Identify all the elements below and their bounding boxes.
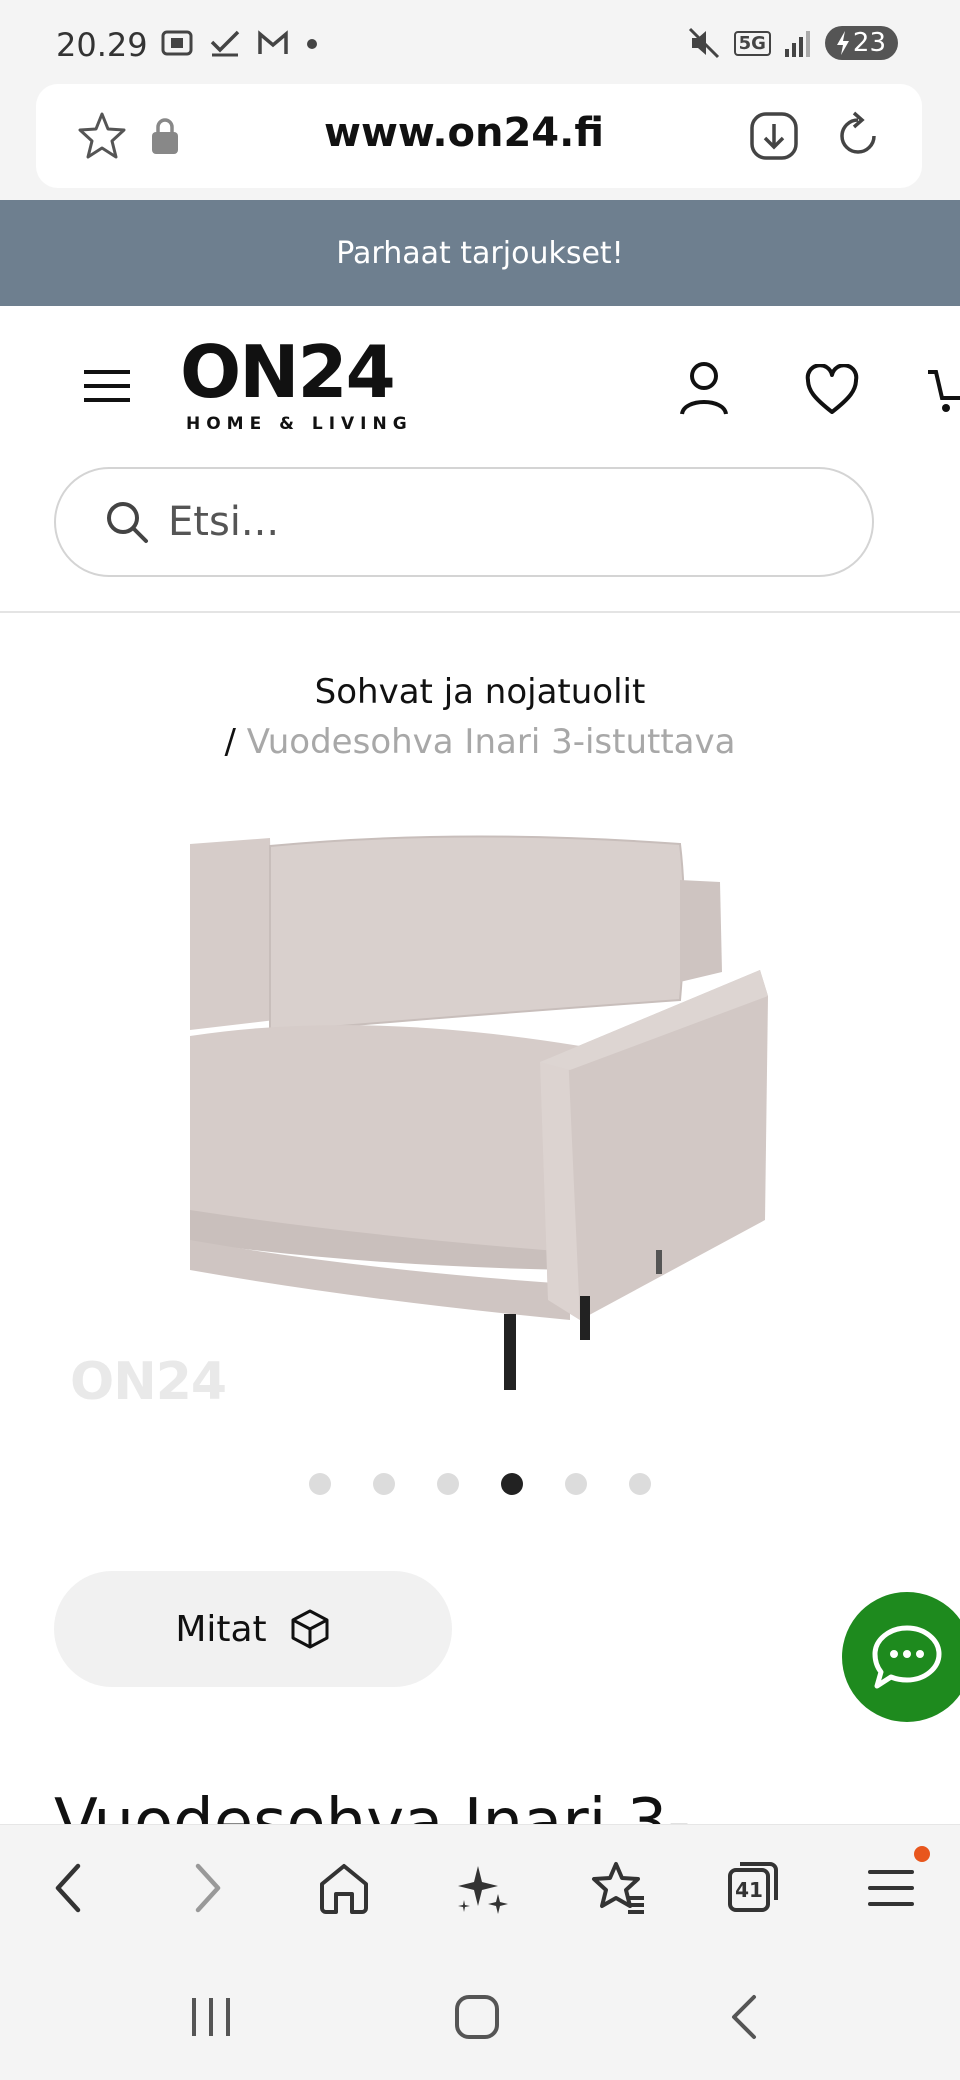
battery-indicator: 23 [824, 26, 898, 60]
status-time: 20.29 [56, 26, 148, 64]
image-watermark: ON24 [70, 1352, 227, 1412]
logo-sub-text: HOME & LIVING [186, 414, 413, 434]
battery-level: 23 [852, 28, 886, 58]
carousel-dot[interactable] [629, 1473, 651, 1495]
mute-icon [688, 27, 719, 59]
home-button-icon[interactable] [452, 1992, 502, 2042]
chat-button[interactable] [842, 1592, 960, 1722]
status-bar: 20.29 5G 23 [0, 0, 960, 90]
site-logo[interactable]: ON24 HOME & LIVING [180, 336, 413, 434]
check-icon [210, 30, 240, 57]
cart-icon[interactable] [928, 362, 960, 418]
header-divider [0, 611, 960, 613]
dimensions-button[interactable]: Mitat [54, 1571, 452, 1687]
carousel-dot[interactable] [565, 1473, 587, 1495]
carousel-dot-active[interactable] [501, 1473, 523, 1495]
screenshot-icon [161, 30, 193, 56]
breadcrumb-current: Vuodesohva Inari 3-istuttava [246, 722, 736, 762]
search-input[interactable]: Etsi... [54, 467, 874, 577]
tabs-button[interactable]: 41 [726, 1858, 780, 1914]
home-icon[interactable] [314, 1858, 374, 1918]
status-system-icons: 5G 23 [688, 26, 898, 60]
battery-charging-icon [836, 31, 849, 55]
bookmarks-icon[interactable] [588, 1858, 648, 1918]
carousel-dots [0, 1473, 960, 1495]
browser-menu-icon[interactable] [866, 1858, 916, 1918]
logo-main-text: ON24 [180, 330, 396, 414]
account-icon[interactable] [676, 358, 732, 418]
chat-bubble-icon [872, 1625, 942, 1689]
system-navigation-bar [0, 1952, 960, 2080]
carousel-dot[interactable] [309, 1473, 331, 1495]
tabs-count: 41 [735, 1878, 763, 1902]
site-header: ON24 HOME & LIVING [0, 306, 960, 466]
ai-sparkle-icon[interactable] [452, 1858, 512, 1918]
network-type: 5G [733, 30, 771, 56]
signal-icon [784, 31, 810, 57]
forward-icon[interactable] [182, 1858, 232, 1918]
carousel-dot[interactable] [373, 1473, 395, 1495]
dot-icon [307, 39, 317, 49]
reload-icon[interactable] [830, 108, 886, 164]
breadcrumb-category[interactable]: Sohvat ja nojatuolit [0, 672, 960, 712]
back-icon[interactable] [44, 1858, 94, 1918]
gmail-icon [258, 30, 288, 54]
promo-text[interactable]: Parhaat tarjoukset! [336, 236, 623, 271]
search-icon [107, 502, 148, 543]
heart-icon[interactable] [804, 364, 860, 416]
status-notification-icons [160, 28, 320, 58]
system-back-icon[interactable] [724, 1992, 764, 2042]
search-placeholder: Etsi... [168, 499, 280, 545]
download-icon[interactable] [746, 108, 802, 164]
menu-icon[interactable] [80, 366, 134, 406]
notification-dot [914, 1846, 930, 1862]
carousel-dot[interactable] [437, 1473, 459, 1495]
breadcrumb-separator: / [224, 722, 236, 762]
dimensions-button-label: Mitat [175, 1608, 267, 1650]
promo-banner[interactable]: Parhaat tarjoukset! [0, 200, 960, 306]
cube-icon [291, 1609, 329, 1649]
breadcrumb-current-line: / Vuodesohva Inari 3-istuttava [0, 722, 960, 762]
product-image[interactable] [60, 800, 900, 1420]
recent-apps-icon[interactable] [186, 1994, 236, 2040]
